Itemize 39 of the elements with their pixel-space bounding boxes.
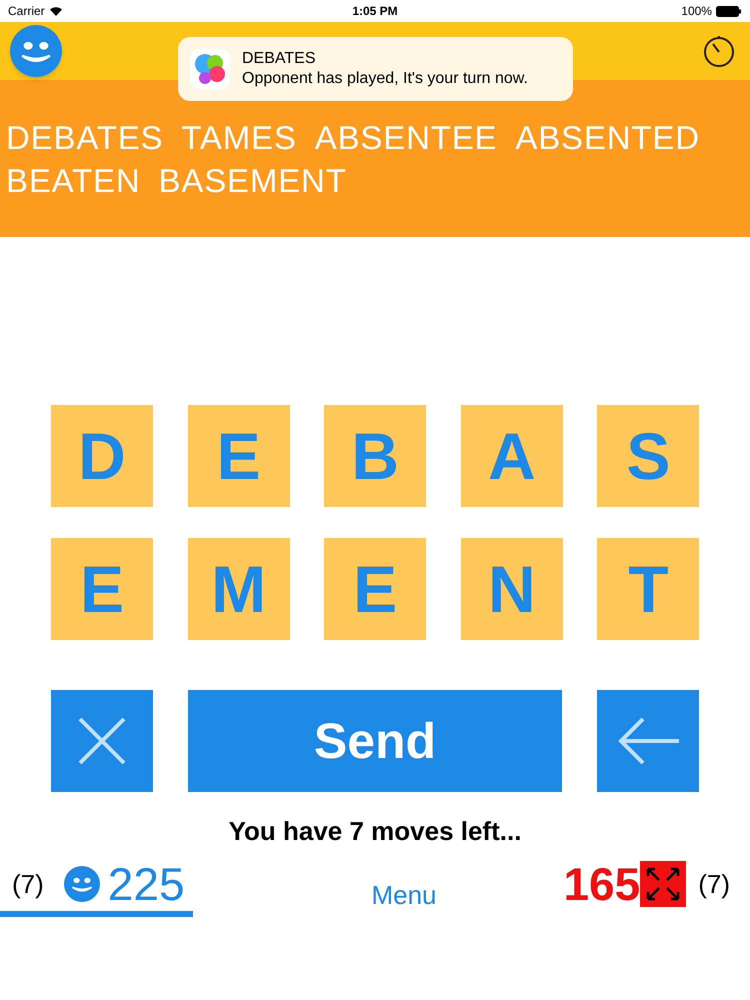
player-avatar-icon: [64, 866, 100, 902]
letter-tile[interactable]: M: [188, 538, 290, 640]
letter-tile[interactable]: N: [460, 538, 563, 640]
found-word: ABSENTEE: [314, 118, 498, 158]
letter-tile[interactable]: B: [324, 405, 426, 507]
battery-label: 100%: [681, 3, 712, 20]
notification-title: DEBATES: [242, 49, 316, 69]
letter-tile[interactable]: E: [324, 538, 426, 640]
letter-tile[interactable]: E: [188, 405, 290, 507]
player-score: 225: [108, 861, 185, 907]
found-word: TAMES: [181, 118, 297, 158]
carrier-label: Carrier: [8, 3, 45, 20]
notification-message: Opponent has played, It's your turn now.: [242, 69, 528, 89]
letter-tile[interactable]: D: [51, 405, 153, 507]
found-word: BEATEN: [6, 161, 141, 201]
found-word: DEBATES: [6, 118, 164, 158]
found-word: ABSENTED: [515, 118, 700, 158]
moves-count: (7): [12, 868, 44, 900]
moves-left-text: You have 7 moves left...: [228, 815, 522, 848]
wifi-icon: [48, 6, 63, 16]
letter-tile[interactable]: E: [51, 538, 153, 640]
send-button[interactable]: Send: [188, 690, 562, 792]
smiley-icon: [10, 25, 62, 77]
battery-icon: [716, 6, 742, 16]
letter-tile[interactable]: S: [597, 405, 700, 507]
status-time: 1:05 PM: [352, 3, 398, 20]
letter-tile[interactable]: T: [597, 538, 700, 640]
clear-button[interactable]: [51, 690, 153, 792]
found-word: BASEMENT: [158, 161, 347, 201]
timer-icon: [702, 34, 736, 68]
moves-count: (7): [698, 868, 730, 900]
expand-icon: [640, 861, 686, 907]
letter-tile[interactable]: A: [460, 405, 563, 507]
avatar-button[interactable]: [10, 25, 62, 77]
backspace-button[interactable]: [597, 690, 699, 792]
timer-button[interactable]: [702, 34, 736, 68]
app-icon: [190, 49, 230, 89]
opponent-score: 165: [563, 861, 640, 907]
menu-link[interactable]: Menu: [371, 864, 437, 914]
